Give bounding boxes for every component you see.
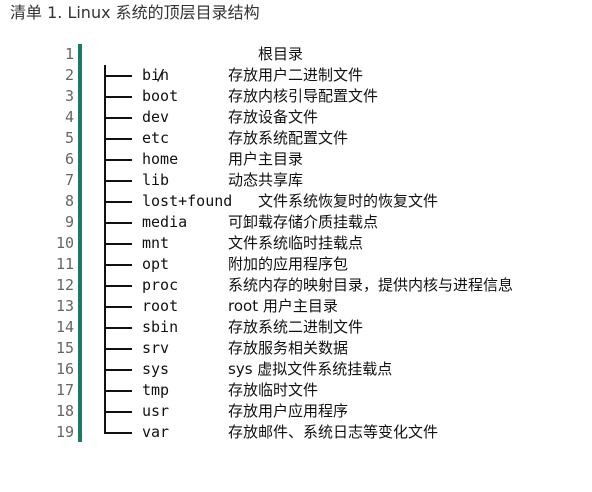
line-number: 3	[64, 87, 74, 105]
tree-entry: etc 存放系统配置文件	[102, 128, 592, 149]
line-number: 2	[64, 66, 74, 84]
line-number: 13	[55, 297, 74, 315]
line-number: 5	[64, 129, 74, 147]
directory-description: 存放内核引导配置文件	[228, 87, 379, 105]
directory-description: root 用户主目录	[228, 297, 338, 315]
tree-entry: boot 存放内核引导配置文件	[102, 86, 592, 107]
directory-description: 存放用户二进制文件	[228, 66, 364, 84]
directory-description: 附加的应用程序包	[228, 255, 349, 273]
tree-branch-connector	[104, 170, 134, 191]
tree-branch-connector	[104, 359, 134, 380]
code-lines: / 根目录 bin 存放用户二进制文件 boot 存放内核引导配置文件 dev 存放设备文…	[102, 44, 592, 443]
directory-description: sys 虚拟文件系统挂载点	[228, 360, 393, 378]
directory-name: etc	[142, 129, 170, 147]
line-number: 14	[55, 318, 74, 336]
directory-name: root	[142, 297, 179, 315]
directory-description: 存放设备文件	[228, 108, 319, 126]
tree-entry: proc 系统内存的映射目录，提供内核与进程信息	[102, 275, 592, 296]
directory-name: opt	[142, 255, 170, 273]
tree-branch-connector	[104, 317, 134, 338]
tree-entry: mnt 文件系统临时挂载点	[102, 233, 592, 254]
directory-name: dev	[142, 108, 170, 126]
line-number: 11	[55, 255, 74, 273]
line-number: 8	[64, 192, 74, 210]
tree-branch-connector	[104, 422, 134, 443]
directory-name: boot	[142, 87, 179, 105]
line-number: 12	[55, 276, 74, 294]
tree-entry: var 存放邮件、系统日志等变化文件	[102, 422, 592, 443]
directory-description: 存放系统配置文件	[228, 129, 349, 147]
line-number: 7	[64, 171, 74, 189]
tree-entry: root root 用户主目录	[102, 296, 592, 317]
tree-branch-connector	[104, 401, 134, 422]
tree-entry: sbin 存放系统二进制文件	[102, 317, 592, 338]
directory-name: var	[142, 423, 170, 441]
tree-entry: home 用户主目录	[102, 149, 592, 170]
directory-description: 存放服务相关数据	[228, 339, 349, 357]
tree-entry: lost+found 文件系统恢复时的恢复文件	[102, 191, 592, 212]
tree-entry: srv 存放服务相关数据	[102, 338, 592, 359]
line-number: 10	[55, 234, 74, 252]
tree-branch-connector	[104, 107, 134, 128]
directory-description: 存放临时文件	[228, 381, 319, 399]
tree-branch-connector	[104, 65, 134, 86]
tree-entry: sys sys 虚拟文件系统挂载点	[102, 359, 592, 380]
directory-name: lib	[142, 171, 170, 189]
listing-title: 清单 1. Linux 系统的顶层目录结构	[10, 3, 260, 22]
directory-name: srv	[142, 339, 170, 357]
directory-description: 存放系统二进制文件	[228, 318, 364, 336]
tree-branch-connector	[104, 380, 134, 401]
tree-branch-connector	[104, 233, 134, 254]
directory-description: 文件系统临时挂载点	[228, 234, 364, 252]
directory-name: home	[142, 150, 179, 168]
tree-entry: lib 动态共享库	[102, 170, 592, 191]
directory-description: 可卸载存储介质挂载点	[228, 213, 379, 231]
tree-entry: media 可卸载存储介质挂载点	[102, 212, 592, 233]
tree-entry: usr 存放用户应用程序	[102, 401, 592, 422]
root-line: / 根目录	[102, 44, 592, 84]
tree-entry: dev 存放设备文件	[102, 107, 592, 128]
directory-description: 用户主目录	[228, 150, 304, 168]
directory-name: lost+found	[142, 192, 233, 210]
tree-entry: opt 附加的应用程序包	[102, 254, 592, 275]
directory-description: 文件系统恢复时的恢复文件	[258, 192, 439, 210]
directory-description: 存放邮件、系统日志等变化文件	[228, 423, 439, 441]
directory-name: sys	[142, 360, 170, 378]
tree-branch-connector	[104, 296, 134, 317]
line-number: 18	[55, 402, 74, 420]
tree-branch-connector	[104, 338, 134, 359]
tree-branch-connector	[104, 212, 134, 233]
tree-branch-connector	[104, 275, 134, 296]
directory-name: sbin	[142, 318, 179, 336]
directory-name: tmp	[142, 381, 170, 399]
line-number: 16	[55, 360, 74, 378]
line-number: 15	[55, 339, 74, 357]
line-number: 6	[64, 150, 74, 168]
line-number: 19	[55, 423, 74, 441]
directory-name: media	[142, 213, 188, 231]
line-number: 17	[55, 381, 74, 399]
directory-name: proc	[142, 276, 179, 294]
tree-branch-connector	[104, 86, 134, 107]
tree-branch-connector	[104, 149, 134, 170]
code-block: 1 2 3 4 5 6 7 8 9 10 11 12 13 14 15 16 17 18 19 / 根目录 bin 存…	[40, 44, 592, 444]
tree-entry: bin 存放用户二进制文件	[102, 65, 592, 86]
tree-entry: tmp 存放临时文件	[102, 380, 592, 401]
tree-branch-connector	[104, 191, 134, 212]
gutter-divider	[78, 44, 82, 442]
directory-description: 存放用户应用程序	[228, 402, 349, 420]
line-number: 1	[64, 45, 74, 63]
root-description: 根目录	[258, 45, 304, 63]
tree-branch-connector	[104, 128, 134, 149]
line-number-gutter: 1 2 3 4 5 6 7 8 9 10 11 12 13 14 15 16 17 18 19	[40, 44, 74, 443]
line-number: 4	[64, 108, 74, 126]
directory-name: bin	[142, 66, 170, 84]
tree-branch-connector	[104, 254, 134, 275]
directory-description: 动态共享库	[228, 171, 304, 189]
line-number: 9	[64, 213, 74, 231]
directory-name: usr	[142, 402, 170, 420]
directory-description: 系统内存的映射目录，提供内核与进程信息	[228, 276, 514, 294]
directory-name: mnt	[142, 234, 170, 252]
